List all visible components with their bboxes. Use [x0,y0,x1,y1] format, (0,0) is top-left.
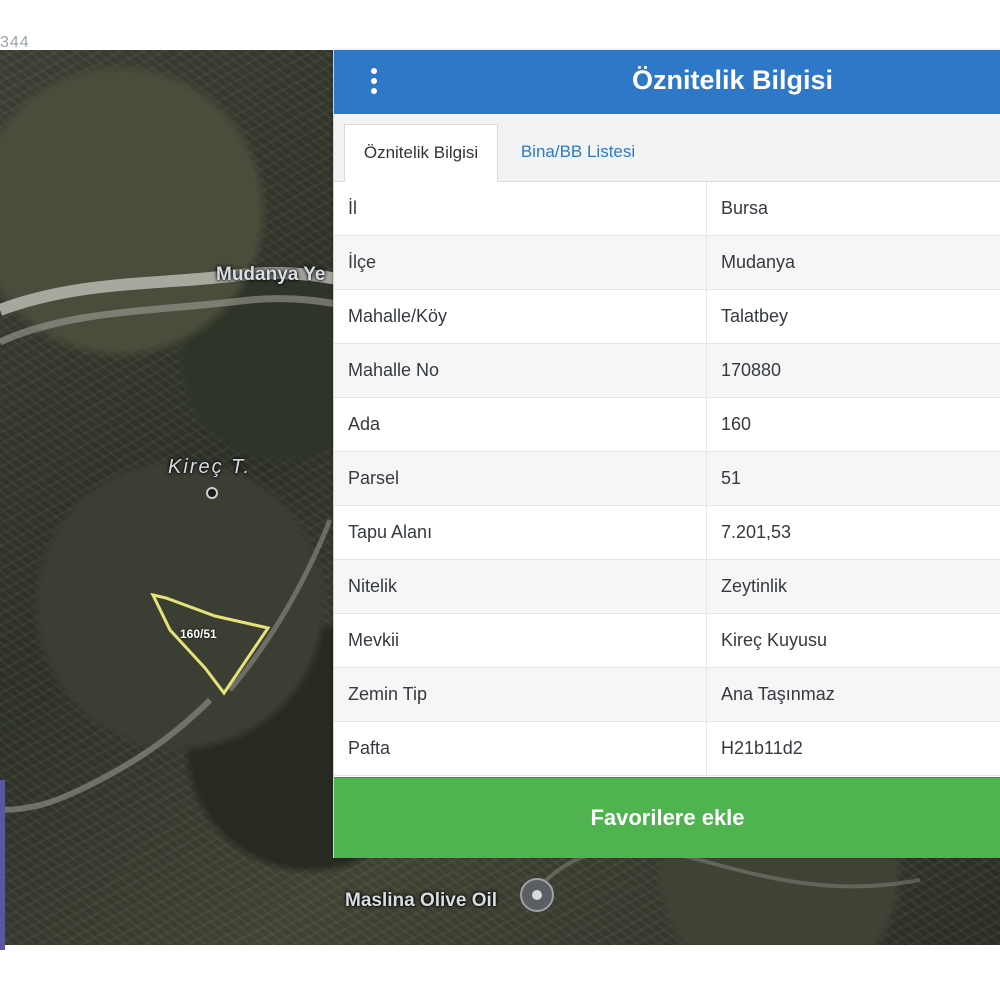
attribute-value: Zeytinlik [721,576,788,596]
attribute-value: 160 [721,414,752,434]
attribute-value: Kireç Kuyusu [721,630,828,650]
attribute-value: H21b11d2 [721,738,803,758]
panel-header: Öznitelik Bilgisi [334,50,1000,114]
attribute-value: Ana Taşınmaz [721,684,835,704]
left-edge-strip [0,780,5,950]
attribute-key: Tapu Alanı [334,506,707,559]
attribute-value: Bursa [721,198,769,218]
attribute-key: İl [334,182,707,235]
road-label: Mudanya Ye [216,264,326,285]
table-row: Pafta H21b11d2 [334,722,1000,776]
table-row: İlçe Mudanya [334,236,1000,290]
table-row: Nitelik Zeytinlik [334,560,1000,614]
attribute-key: Ada [334,398,707,451]
panel-title: Öznitelik Bilgisi [631,65,834,95]
attribute-key: Parsel [334,452,707,505]
attribute-value: Talatbey [721,306,789,326]
attribute-key: Mevkii [334,614,707,667]
attribute-key: Pafta [334,722,707,775]
attribute-panel: Öznitelik Bilgisi Öznitelik Bilgisi Bina… [333,50,1000,858]
tab-building-list[interactable]: Bina/BB Listesi [498,123,658,181]
attribute-key: Mahalle No [334,344,707,397]
attribute-key: Mahalle/Köy [334,290,707,343]
table-row: Parsel 51 [334,452,1000,506]
tab-attribute-info[interactable]: Öznitelik Bilgisi [344,124,498,182]
attribute-value: 51 [721,468,742,488]
attribute-value: Mudanya [721,252,796,272]
table-row: Tapu Alanı 7.201,53 [334,506,1000,560]
table-row: Ada 160 [334,398,1000,452]
attribute-table: İl Bursa İlçe Mudanya Mahalle/Köy Talatb… [334,182,1000,776]
screenshot-frame: 344 Mudanya Ye Kireç T. 160/51 Maslina O… [0,0,1000,1000]
attribute-key: İlçe [334,236,707,289]
attribute-value: 7.201,53 [721,522,792,542]
panel-tabs: Öznitelik Bilgisi Bina/BB Listesi [334,114,1000,182]
attribute-value: 170880 [721,360,782,380]
table-row: Mahalle/Köy Talatbey [334,290,1000,344]
table-row: Mevkii Kireç Kuyusu [334,614,1000,668]
table-row: Mahalle No 170880 [334,344,1000,398]
attribute-key: Nitelik [334,560,707,613]
table-row: Zemin Tip Ana Taşınmaz [334,668,1000,722]
table-row: İl Bursa [334,182,1000,236]
add-to-favorites-button[interactable]: Favorilere ekle [334,777,1000,858]
hill-point-icon [206,487,218,499]
poi-label: Maslina Olive Oil [345,890,498,911]
parcel-label: 160/51 [180,627,217,641]
dirt-road [0,697,213,813]
location-pin-icon[interactable] [520,878,554,912]
parcel-outline[interactable] [150,592,271,696]
hill-label: Kireç T. [168,456,252,478]
attribute-key: Zemin Tip [334,668,707,721]
